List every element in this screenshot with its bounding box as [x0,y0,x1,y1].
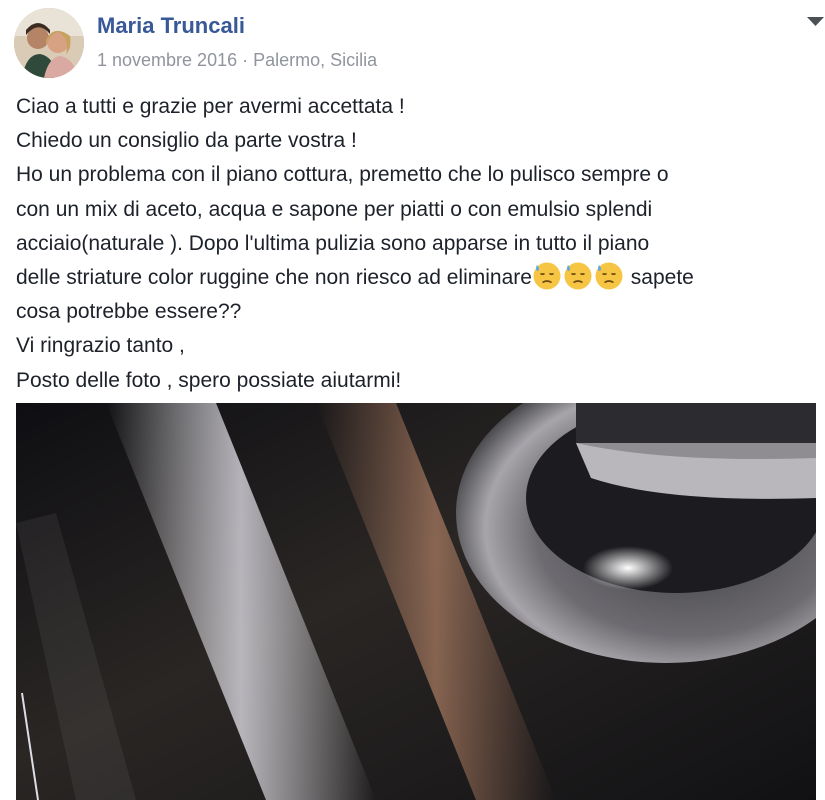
meta-separator: · [242,50,249,70]
avatar-photo [14,8,84,78]
post-text-line: Chiedo un consiglio da parte vostra ! [16,129,357,153]
downcast-face-with-sweat-emoji [533,262,561,290]
author-name[interactable]: Maria Truncali [97,13,245,39]
post-text-line: Ciao a tutti e grazie per avermi accetta… [16,95,405,118]
post-text-line: con un mix di aceto, acqua e sapone per … [16,197,653,221]
post-text-line: Ho un problema con il piano cottura, pre… [16,163,669,187]
post-text-segment: delle striature color ruggine che non ri… [16,266,532,290]
chevron-down-icon[interactable] [806,14,825,30]
post-photo[interactable] [16,403,816,800]
post-text-line: delle striature color ruggine che non ri… [16,261,816,295]
post-text-segment: sapete [624,266,694,290]
downcast-face-with-sweat-emoji [564,262,592,290]
post-text-line: Posto delle foto , spero possiate aiutar… [16,368,402,392]
post-text-line: acciaio(naturale ). Dopo l'ultima pulizi… [16,231,650,255]
post-date[interactable]: 1 novembre 2016 [97,50,237,70]
post-text-line: Vi ringrazio tanto , [16,334,185,358]
avatar[interactable] [14,8,84,78]
post-location[interactable]: Palermo, Sicilia [253,50,377,70]
downcast-face-with-sweat-emoji [595,262,623,290]
post-text: Ciao a tutti e grazie per avermi accetta… [16,90,816,398]
post-text-line: cosa potrebbe essere?? [16,300,242,324]
post-meta: 1 novembre 2016 · Palermo, Sicilia [97,50,377,71]
facebook-post: Maria Truncali 1 novembre 2016 · Palermo… [0,0,825,800]
